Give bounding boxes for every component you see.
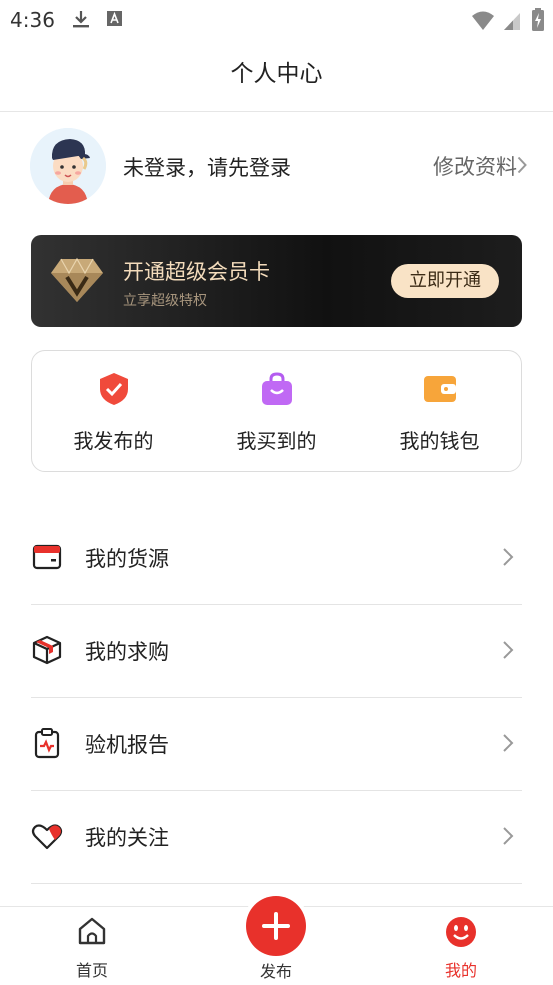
- tab-label: 我的: [444, 961, 477, 980]
- download-icon: [73, 11, 89, 28]
- chevron-right-icon: [503, 827, 514, 845]
- wifi-icon: [471, 11, 494, 30]
- chevron-right-icon: [503, 548, 514, 566]
- menu-item-label: 验机报告: [85, 733, 169, 757]
- shopping-bag-icon: [262, 372, 292, 405]
- login-prompt[interactable]: 未登录，请先登录: [123, 152, 291, 182]
- vip-subtitle: 立享超级特权: [123, 293, 207, 309]
- menu-item-label: 我的求购: [85, 640, 169, 664]
- shortcut-my-wallet[interactable]: 我的钱包: [358, 351, 521, 471]
- battery-charging-icon: [532, 8, 544, 31]
- tab-label: 首页: [75, 961, 108, 980]
- heart-icon: [31, 824, 63, 850]
- goods-card-icon: [32, 544, 62, 570]
- plus-icon: [262, 912, 290, 940]
- menu-item-my-requests[interactable]: 我的求购: [31, 604, 522, 698]
- status-bar: 4:36: [0, 0, 553, 38]
- menu-item-inspection-report[interactable]: 验机报告: [31, 697, 522, 791]
- vip-title: 开通超级会员卡: [123, 260, 270, 284]
- vip-open-button[interactable]: 立即开通: [391, 264, 499, 298]
- shield-check-icon: [100, 373, 128, 405]
- avatar-icon: [30, 128, 106, 204]
- tab-mine[interactable]: 我的: [401, 907, 521, 985]
- page-title: 个人中心: [230, 61, 323, 87]
- avatar[interactable]: [30, 128, 106, 204]
- chevron-right-icon: [503, 734, 514, 752]
- diamond-v-icon: [51, 257, 103, 302]
- menu-item-my-supply[interactable]: 我的货源: [31, 511, 522, 605]
- shortcut-label: 我发布的: [73, 429, 154, 453]
- a-letter-icon: [107, 11, 123, 26]
- signal-icon: [503, 13, 520, 30]
- clipboard-report-icon: [34, 728, 60, 759]
- status-time: 4:36: [10, 8, 55, 32]
- smile-face-icon: [446, 917, 476, 947]
- wallet-icon: [424, 376, 456, 402]
- home-icon: [78, 917, 106, 945]
- tab-home[interactable]: 首页: [32, 907, 152, 985]
- profile-row[interactable]: 未登录，请先登录 修改资料: [30, 128, 527, 206]
- edit-profile-link[interactable]: 修改资料: [433, 151, 527, 181]
- chevron-right-icon: [503, 641, 514, 659]
- menu-item-my-follows[interactable]: 我的关注: [31, 790, 522, 884]
- chevron-right-icon: [517, 156, 527, 174]
- shortcut-panel: 我发布的 我买到的 我的钱包: [31, 350, 522, 472]
- header: 个人中心: [0, 38, 553, 112]
- vip-card[interactable]: 开通超级会员卡 立享超级特权 立即开通: [31, 235, 522, 327]
- package-box-icon: [32, 635, 62, 665]
- publish-button[interactable]: [246, 896, 306, 956]
- status-right-icons: [471, 8, 545, 36]
- shortcut-my-published[interactable]: 我发布的: [32, 351, 195, 471]
- edit-profile-label: 修改资料: [433, 155, 517, 179]
- status-left-icons: [70, 9, 125, 33]
- shortcut-label: 我的钱包: [399, 429, 480, 453]
- shortcut-label: 我买到的: [236, 429, 317, 453]
- shortcut-my-purchased[interactable]: 我买到的: [195, 351, 358, 471]
- publish-label[interactable]: 发布: [216, 958, 336, 982]
- menu-item-label: 我的货源: [85, 547, 169, 571]
- menu-item-label: 我的关注: [85, 826, 169, 850]
